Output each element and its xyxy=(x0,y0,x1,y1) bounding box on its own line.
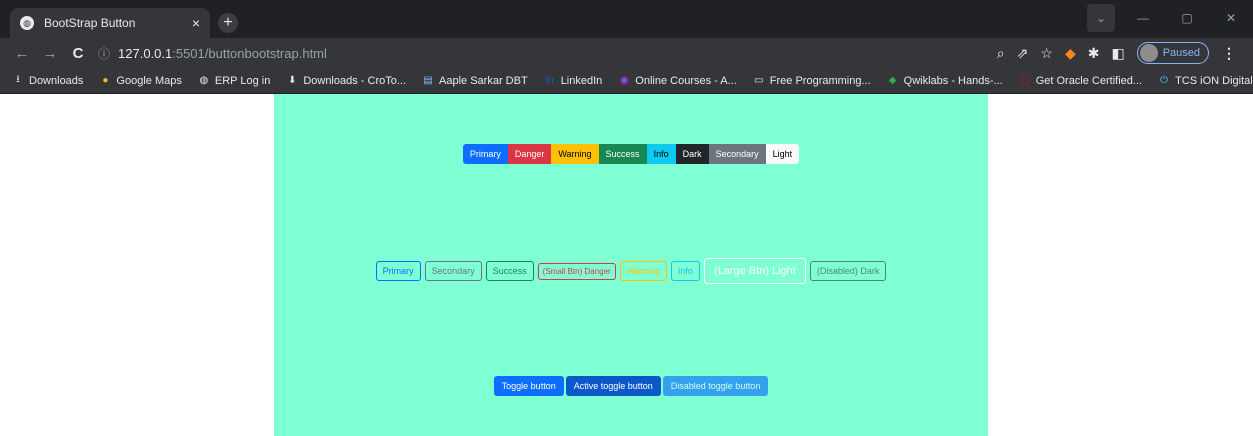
bookmark-item[interactable]: ◉ Online Courses - A... xyxy=(618,75,737,87)
courses-icon: ◉ xyxy=(619,75,629,86)
bookmark-label: Aaple Sarkar DBT xyxy=(439,74,528,87)
page-content: Primary Danger Warning Success Info Dark Secon… xyxy=(274,94,988,436)
screen-icon: ▭ xyxy=(754,75,764,86)
outline-button-row: Primary Secondary Success (Small Btn) Dange… xyxy=(274,258,988,284)
globe-icon: ◍ xyxy=(199,75,209,86)
solid-primary-button[interactable]: Primary xyxy=(462,144,508,164)
outline-warning-button[interactable]: Warning xyxy=(619,261,667,281)
outline-disabled-dark-button[interactable]: (Disabled) Dark xyxy=(809,261,887,281)
document-icon: ▤ xyxy=(423,75,433,86)
url-host: 127.0.0.1 xyxy=(118,45,173,61)
outline-large-btn-light-button[interactable]: (Large Btn) Light xyxy=(703,258,806,284)
globe-icon: ◍ xyxy=(20,16,34,30)
extensions-icon[interactable]: ✱ xyxy=(1088,45,1100,62)
bookmark-label: TCS iON Digital Lea... xyxy=(1175,74,1253,87)
power-icon: ⏻ xyxy=(1160,75,1169,86)
back-icon[interactable]: ← xyxy=(8,45,36,62)
bookmark-item[interactable]: ◆ Qwiklabs - Hands-... xyxy=(887,75,1003,87)
page-viewport: Primary Danger Warning Success Info Dark Secon… xyxy=(0,94,1253,436)
solid-success-button[interactable]: Success xyxy=(598,144,647,164)
bookmark-label: LinkedIn xyxy=(560,74,603,87)
bookmark-label: Downloads - CroTo... xyxy=(303,74,407,87)
solid-secondary-button[interactable]: Secondary xyxy=(708,144,766,164)
solid-dark-button[interactable]: Dark xyxy=(675,144,709,164)
bookmark-item[interactable]: ⬇ Downloads - CroTo... xyxy=(286,75,406,87)
bookmark-label: Online Courses - A... xyxy=(635,74,737,87)
solid-button-group: Primary Danger Warning Success Info Dark Secon… xyxy=(274,144,988,164)
forward-icon[interactable]: → xyxy=(36,45,64,62)
share-icon[interactable]: ⇗ xyxy=(1017,45,1029,62)
solid-warning-button[interactable]: Warning xyxy=(551,144,599,164)
side-panel-icon[interactable]: ◧ xyxy=(1111,45,1124,62)
bookmark-item[interactable]: ▭ Free Programming... xyxy=(753,75,871,87)
outline-success-button[interactable]: Success xyxy=(485,261,534,281)
maximize-icon[interactable]: ▢ xyxy=(1165,4,1209,32)
bookmark-item[interactable]: in LinkedIn xyxy=(544,75,603,87)
cloud-icon: ◆ xyxy=(888,75,897,86)
metamask-icon[interactable]: ◆ xyxy=(1065,45,1076,62)
download-arrow-icon: ⬇ xyxy=(288,75,297,86)
close-window-icon[interactable]: ✕ xyxy=(1209,4,1253,32)
bookmark-item[interactable]: ▤ Aaple Sarkar DBT xyxy=(422,74,528,87)
bookmark-label: Google Maps xyxy=(116,74,182,87)
maps-pin-icon: ● xyxy=(102,75,109,86)
solid-info-button[interactable]: Info xyxy=(646,144,676,164)
url-path: :5501/buttonbootstrap.html xyxy=(172,45,327,61)
outline-small-btn-danger-button[interactable]: (Small Btn) Danger xyxy=(537,262,616,280)
bookmark-label: ERP Log in xyxy=(214,74,271,87)
bookmark-item[interactable]: ◍ ERP Log in xyxy=(198,75,270,87)
bookmark-item[interactable]: ▢ Get Oracle Certified... xyxy=(1019,75,1142,87)
bookmark-label: Qwiklabs - Hands-... xyxy=(903,74,1003,87)
solid-danger-button[interactable]: Danger xyxy=(507,144,552,164)
tab-title: BootStrap Button xyxy=(44,16,136,30)
bookmark-item[interactable]: ⏻ TCS iON Digital Lea... xyxy=(1158,75,1253,87)
browser-tab[interactable]: ◍ BootStrap Button × xyxy=(10,8,210,38)
bookmark-label: Downloads xyxy=(29,74,84,87)
new-tab-button[interactable]: + xyxy=(218,13,238,33)
bookmark-label: Get Oracle Certified... xyxy=(1035,74,1143,87)
solid-light-button[interactable]: Light xyxy=(765,144,800,164)
profile-status: Paused xyxy=(1162,47,1200,59)
reload-icon[interactable]: C xyxy=(64,45,92,62)
linkedin-icon: in xyxy=(545,75,554,86)
toggle-toggle-button-button[interactable]: Toggle button xyxy=(493,376,564,396)
tab-search-icon[interactable]: ⌄ xyxy=(1087,4,1115,32)
bookmark-item[interactable]: ⭳ Downloads xyxy=(12,74,84,87)
bookmarks-bar: ⭳ Downloads ● Google Maps ◍ ERP Log in ⬇ Downlo… xyxy=(0,68,1253,94)
address-bar[interactable]: ⓘ 127.0.0.1:5501/buttonbootstrap.html xyxy=(98,41,997,65)
oracle-icon: ▢ xyxy=(1019,75,1030,86)
minimize-icon[interactable]: — xyxy=(1121,4,1165,32)
outline-primary-button[interactable]: Primary xyxy=(375,261,421,281)
toggle-disabled-toggle-button-button[interactable]: Disabled toggle button xyxy=(662,376,769,396)
toggle-button-row: Toggle button Active toggle button Disable… xyxy=(274,376,988,396)
browser-toolbar: ← → C ⓘ 127.0.0.1:5501/buttonbootstrap.h… xyxy=(0,38,1253,68)
toolbar-actions: ⌕ ⇗ ☆ ◆ ✱ ◧ Paused ⋮ xyxy=(997,42,1237,64)
zoom-icon[interactable]: ⌕ xyxy=(997,45,1005,62)
profile-button[interactable]: Paused xyxy=(1136,42,1209,64)
toggle-active-toggle-button-button[interactable]: Active toggle button xyxy=(565,376,661,396)
star-icon[interactable]: ☆ xyxy=(1040,45,1053,62)
window-controls: ⌄ — ▢ ✕ xyxy=(1087,4,1253,32)
avatar xyxy=(1139,44,1158,62)
info-icon[interactable]: ⓘ xyxy=(98,45,110,62)
close-icon[interactable]: × xyxy=(192,15,200,31)
outline-secondary-button[interactable]: Secondary xyxy=(424,261,482,281)
outline-info-button[interactable]: Info xyxy=(670,261,700,281)
kebab-menu-icon[interactable]: ⋮ xyxy=(1221,45,1237,62)
bookmark-item[interactable]: ● Google Maps xyxy=(99,75,181,87)
bookmark-label: Free Programming... xyxy=(769,74,871,87)
tab-strip: ◍ BootStrap Button × + ⌄ — ▢ ✕ xyxy=(0,0,1253,38)
download-icon: ⭳ xyxy=(16,74,20,85)
